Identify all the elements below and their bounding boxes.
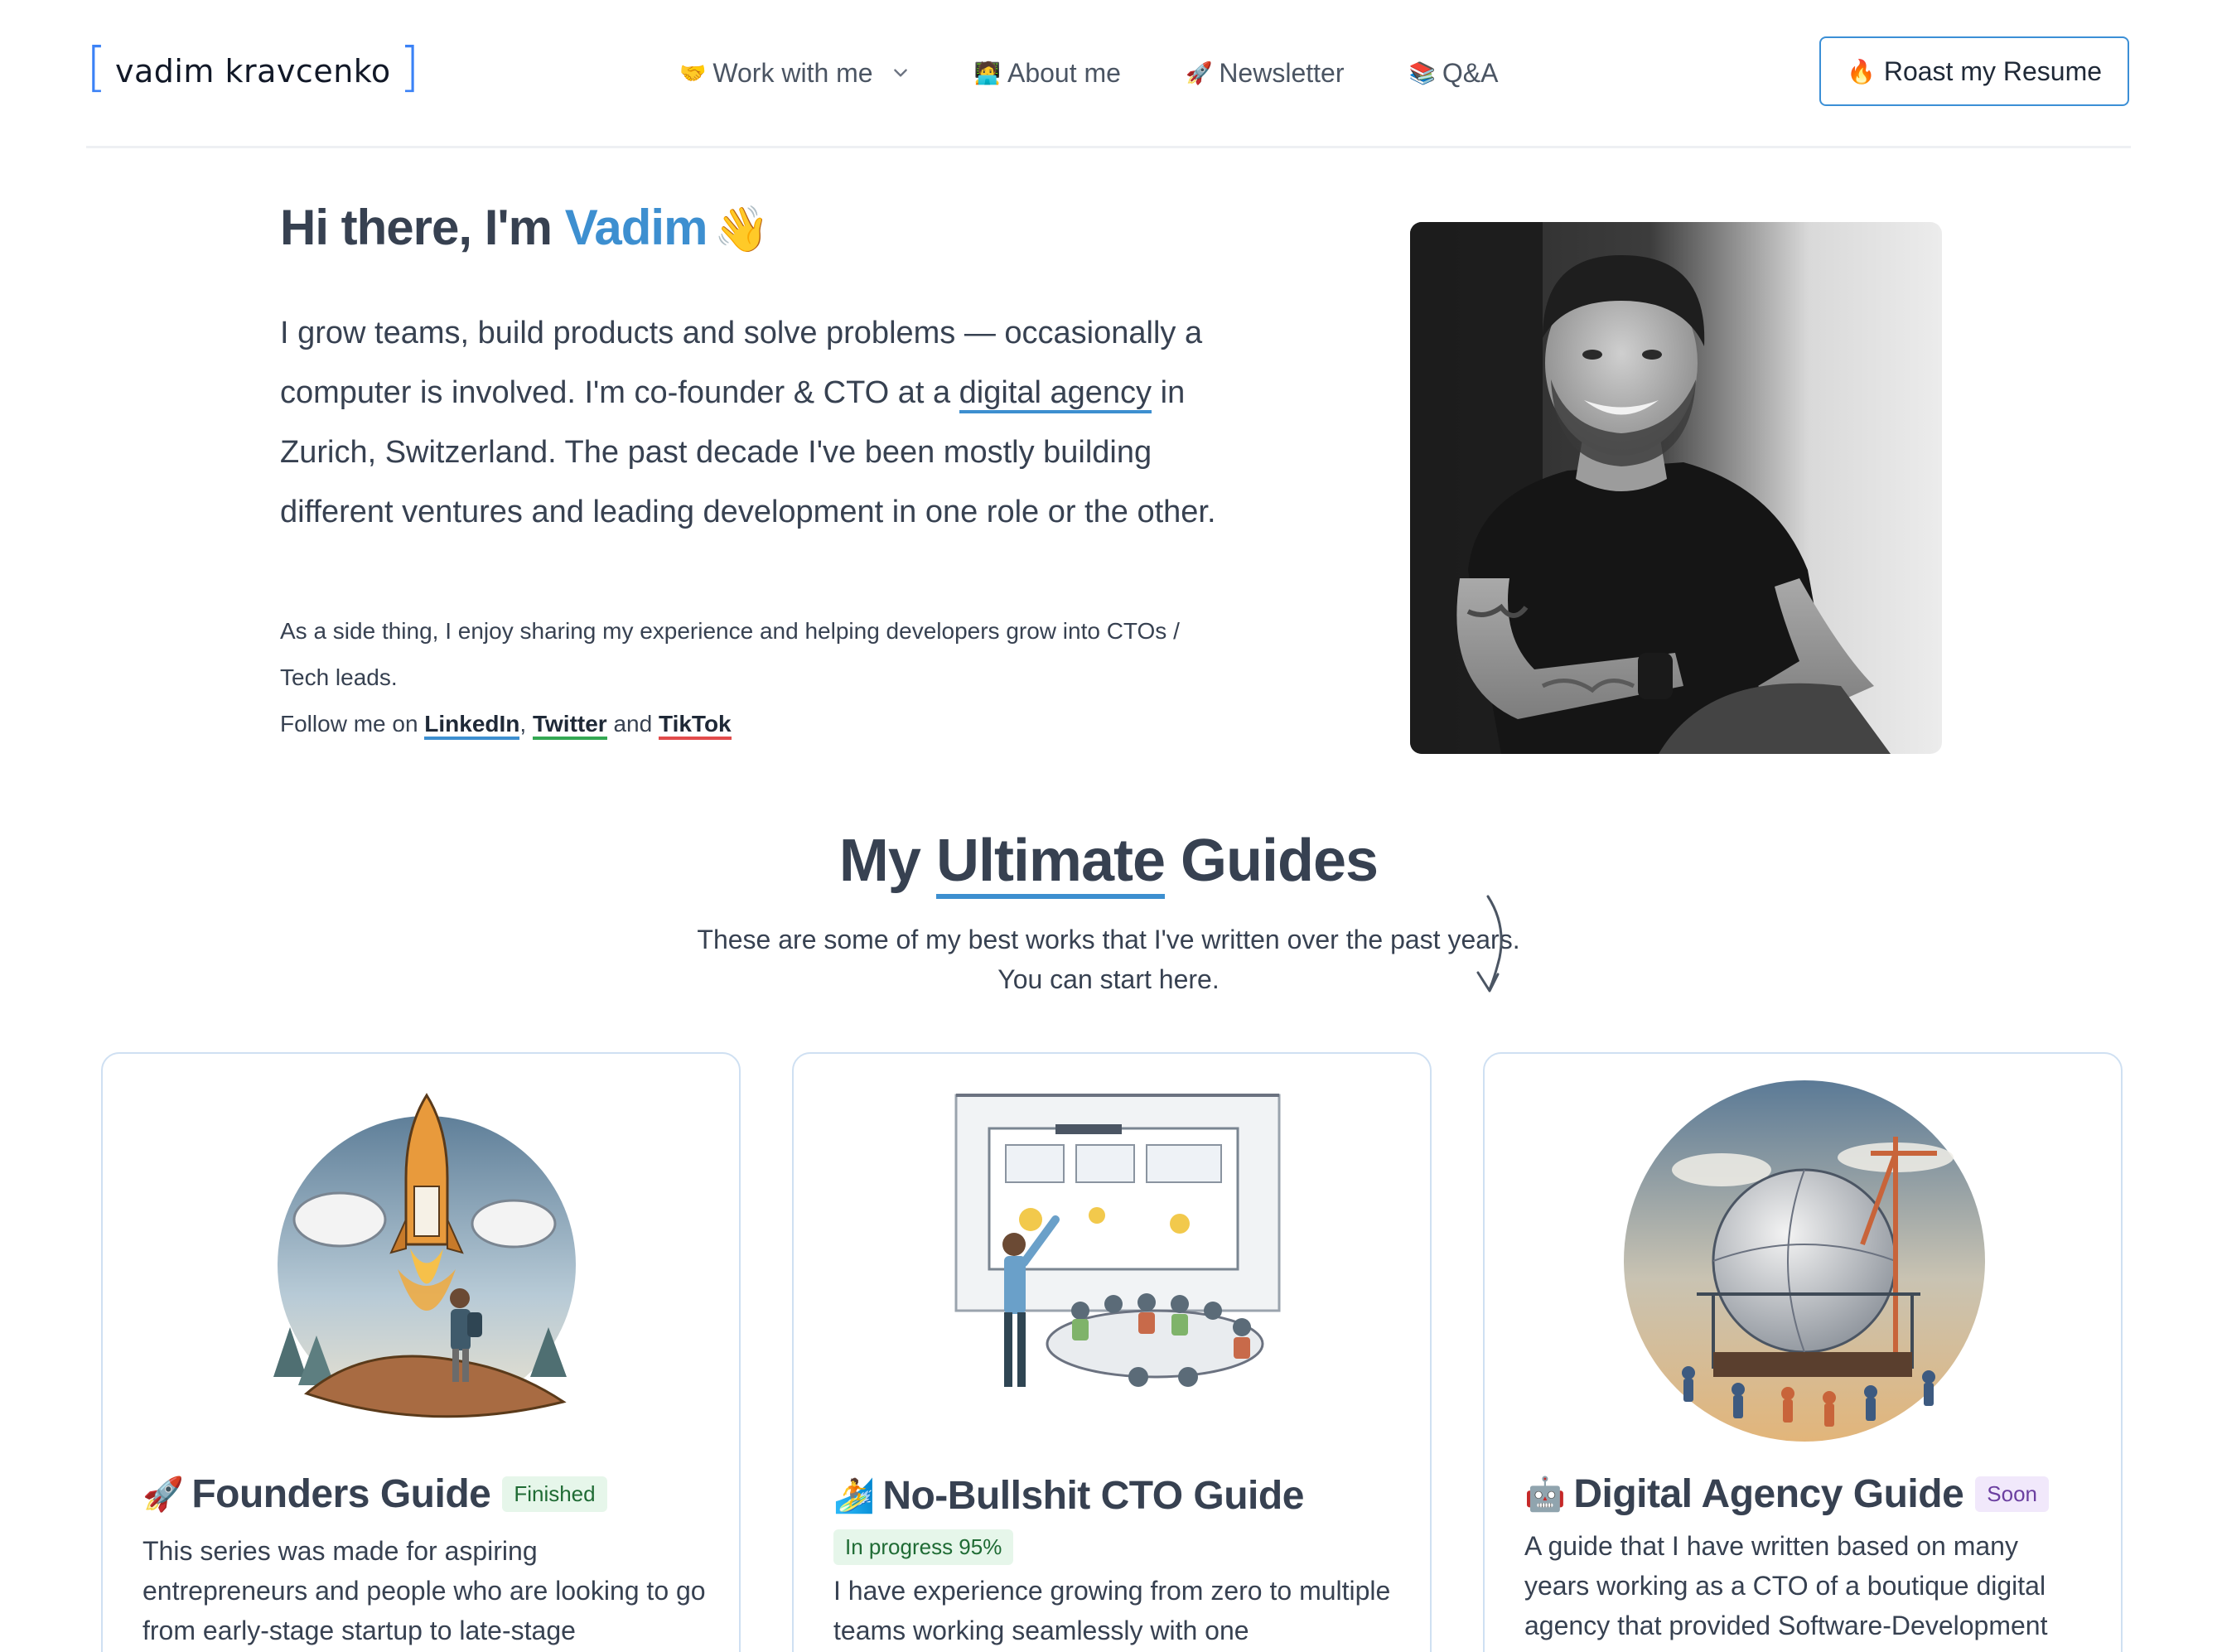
chevron-down-icon <box>893 69 907 77</box>
guide-title: 🏄 No-Bullshit CTO Guide <box>833 1473 1304 1519</box>
fire-icon: 🔥 <box>1846 58 1876 85</box>
logo-bracket-right: ] <box>398 37 420 99</box>
linkedin-link[interactable]: LinkedIn <box>424 711 520 740</box>
nav-label: Work with me <box>712 57 873 88</box>
guide-card-agency[interactable]: 🤖 Digital Agency Guide Soon A guide that… <box>1483 1052 2123 1652</box>
status-badge: In progress 95% <box>833 1529 1014 1565</box>
surfer-icon: 🏄 <box>833 1478 875 1514</box>
guides-heading-suffix: Guides <box>1165 828 1379 894</box>
site-logo[interactable]: [ vadim kravcenko ] <box>86 41 420 96</box>
guide-title-text: No-Bullshit CTO Guide <box>882 1474 1304 1518</box>
nav-label: About me <box>1007 57 1121 88</box>
hero-title-prefix: Hi there, I'm <box>280 200 565 255</box>
roast-resume-button[interactable]: 🔥 Roast my Resume <box>1819 36 2129 106</box>
founders-guide-illustration <box>273 1093 576 1418</box>
guide-card-cto[interactable]: 🏄 No-Bullshit CTO Guide In progress 95% … <box>792 1052 1432 1652</box>
rocket-icon: 🚀 <box>142 1476 184 1513</box>
guide-title-text: Digital Agency Guide <box>1573 1472 1964 1516</box>
tiktok-link[interactable]: TikTok <box>658 711 732 740</box>
hand-drawn-arrow-icon <box>1476 895 1503 993</box>
hero-title: Hi there, I'm Vadim 👋 <box>280 199 770 256</box>
books-icon: 📚 <box>1408 60 1436 85</box>
nav-label: Newsletter <box>1219 57 1345 88</box>
robot-icon: 🤖 <box>1524 1476 1566 1513</box>
guide-description: I have experience growing from zero to m… <box>833 1576 1391 1645</box>
guide-title-text: Founders Guide <box>191 1472 491 1516</box>
guide-description: A guide that I have written based on man… <box>1524 1531 2048 1640</box>
follow-separator: , <box>519 711 533 737</box>
header-divider <box>86 146 2131 148</box>
guide-title: 🤖 Digital Agency Guide Soon <box>1524 1471 2050 1517</box>
nav-about-me[interactable]: 🧑‍💻 About me <box>974 58 1121 89</box>
roast-resume-label: Roast my Resume <box>1883 56 2103 86</box>
cto-guide-illustration <box>954 1094 1281 1387</box>
follow-separator: and <box>606 711 659 737</box>
social-follow: Follow me on LinkedIn, Twitter and TikTo… <box>280 701 732 747</box>
status-badge: Finished <box>502 1476 607 1512</box>
guides-heading-prefix: My <box>838 828 936 894</box>
logo-text: vadim kravcenko <box>114 53 391 89</box>
guides-heading: My Ultimate Guides <box>0 827 2217 899</box>
handshake-icon: 🤝 <box>679 60 707 85</box>
technologist-icon: 🧑‍💻 <box>973 60 1001 85</box>
agency-guide-illustration <box>1624 1080 1985 1442</box>
badge-row: In progress 95% <box>833 1529 1014 1565</box>
nav-qa[interactable]: 📚 Q&A <box>1408 58 1498 89</box>
nav-label: Q&A <box>1442 57 1499 88</box>
waving-hand-icon: 👋 <box>713 205 769 254</box>
hero-intro: I grow teams, build products and solve p… <box>280 303 1241 542</box>
guide-card-founders[interactable]: 🚀 Founders Guide Finished This series wa… <box>101 1052 741 1652</box>
follow-prefix: Follow me on <box>280 711 425 737</box>
nav-newsletter[interactable]: 🚀 Newsletter <box>1186 58 1345 89</box>
guide-description: This series was made for aspiring entrep… <box>142 1536 706 1645</box>
hero-side-text: As a side thing, I enjoy sharing my expe… <box>280 618 1180 690</box>
guides-subtitle: These are some of my best works that I'v… <box>697 925 1520 994</box>
nav-work-with-me[interactable]: 🤝 Work with me <box>679 58 910 89</box>
twitter-link[interactable]: Twitter <box>532 711 607 740</box>
rocket-icon: 🚀 <box>1185 60 1213 85</box>
main-nav: 🤝 Work with me 🧑‍💻 About me 🚀 Newsletter… <box>679 50 1563 96</box>
site-header: [ vadim kravcenko ] 🤝 Work with me 🧑‍💻 A… <box>0 0 2217 148</box>
hero-title-name: Vadim <box>564 200 708 255</box>
logo-bracket-left: [ <box>86 37 107 99</box>
digital-agency-link[interactable]: digital agency <box>959 375 1152 413</box>
profile-photo <box>1410 222 1942 754</box>
status-badge: Soon <box>1975 1476 2050 1512</box>
guides-heading-highlight: Ultimate <box>935 828 1166 899</box>
guide-title: 🚀 Founders Guide Finished <box>142 1471 607 1517</box>
